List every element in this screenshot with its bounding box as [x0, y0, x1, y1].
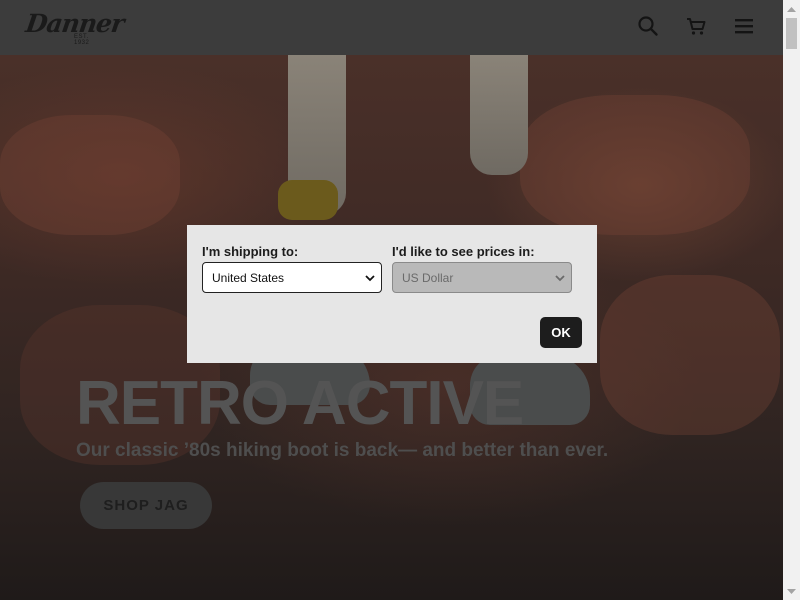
shipping-country-select[interactable]: United States: [202, 262, 382, 293]
currency-select[interactable]: US Dollar: [392, 262, 572, 293]
ok-button[interactable]: OK: [540, 317, 582, 348]
scrollbar-thumb[interactable]: [786, 18, 797, 49]
rock-shape: [600, 275, 780, 435]
chevron-down-icon: [365, 275, 375, 282]
logo-est: EST. 1932: [74, 34, 90, 46]
currency-value: US Dollar: [402, 270, 454, 285]
danner-logo[interactable]: Danner EST. 1932: [24, 6, 125, 46]
hamburger-menu-icon[interactable]: [733, 15, 755, 37]
scroll-up-arrow-icon[interactable]: [783, 0, 800, 17]
hero-headline: RETRO ACTIVE: [76, 369, 524, 438]
shipping-country-modal: I'm shipping to: I'd like to see prices …: [187, 225, 597, 363]
scroll-down-arrow-icon[interactable]: [783, 583, 800, 600]
currency-label: I'd like to see prices in:: [392, 244, 535, 259]
hero-subline: Our classic ’80s hiking boot is back— an…: [76, 440, 609, 461]
search-icon[interactable]: [637, 15, 659, 37]
shipping-label: I'm shipping to:: [202, 244, 299, 259]
shipping-country-value: United States: [212, 270, 285, 285]
shop-jag-button[interactable]: SHOP JAG: [80, 482, 212, 529]
rock-shape: [520, 95, 750, 235]
cart-icon[interactable]: [685, 15, 707, 37]
page-scrollbar[interactable]: [783, 0, 800, 600]
chevron-down-icon: [555, 275, 565, 282]
hiker-sock: [278, 180, 338, 220]
rock-shape: [0, 115, 180, 235]
site-header: Danner EST. 1932: [0, 0, 783, 55]
hiker-leg-right: [470, 55, 528, 175]
